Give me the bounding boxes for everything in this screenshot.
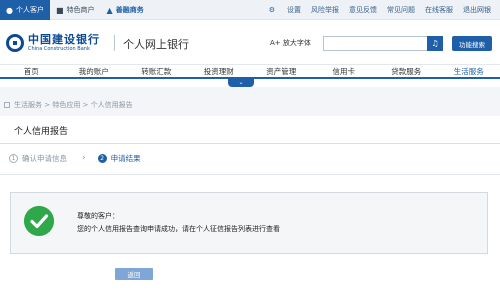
tab-label: 个人客户 xyxy=(15,6,44,14)
cart-icon: ▲ xyxy=(106,5,113,15)
message-greeting: 尊敬的客户： xyxy=(77,212,119,220)
header-divider xyxy=(114,35,115,51)
ccb-logo-icon xyxy=(6,34,24,52)
enlarge-font-button[interactable]: A+ 放大字体 xyxy=(270,38,311,48)
logo-name-en: China Construction Bank xyxy=(28,46,90,52)
main-nav: 首页 我的账户 转账汇款 投资理财 资产管理 信用卡 贷款服务 生活服务 xyxy=(0,64,500,79)
risk-report-link[interactable]: 风险举报 xyxy=(306,5,344,15)
gear-icon: ⚙ xyxy=(268,6,275,14)
breadcrumb-separator-icon: > xyxy=(80,101,91,109)
enlarge-font-label: 放大字体 xyxy=(282,39,311,47)
breadcrumb-featured-apps[interactable]: 特色应用 xyxy=(52,100,80,110)
tab-label: 特色商户 xyxy=(66,6,95,14)
nav-my-account[interactable]: 我的账户 xyxy=(63,65,126,77)
step-number: 1 xyxy=(9,153,18,163)
step-confirm-info: 1 确认申请信息 xyxy=(9,153,67,164)
message-body: 您的个人信用报告查询申请成功，请在个人征信报告列表进行查看 xyxy=(77,225,280,233)
home-icon[interactable] xyxy=(4,102,10,108)
search-input[interactable] xyxy=(323,36,443,51)
font-size-icon: A+ xyxy=(270,39,281,47)
tab-shanrong-commerce[interactable]: ▲ 善融商务 xyxy=(101,0,150,20)
tab-merchant[interactable]: ■ 特色商户 xyxy=(50,0,101,20)
utility-links: ⚙ 设置 风险举报 意见反馈 常见问题 在线客服 退出网银 xyxy=(264,0,496,20)
step-label: 申请结果 xyxy=(110,153,141,163)
step-number: 2 xyxy=(97,153,107,163)
nav-transfer[interactable]: 转账汇款 xyxy=(125,65,188,77)
nav-expand-tab[interactable]: ⌄ xyxy=(228,79,254,87)
top-utility-bar: ● 个人客户 ■ 特色商户 ▲ 善融商务 ⚙ 设置 风险举报 意见反馈 常见问题… xyxy=(0,0,500,20)
voice-search-icon[interactable]: ♫ xyxy=(427,36,443,51)
nav-asset-management[interactable]: 资产管理 xyxy=(250,65,313,77)
steps-divider xyxy=(0,174,500,175)
breadcrumb: 生活服务 > 特色应用 > 个人信用报告 xyxy=(4,100,133,110)
faq-link[interactable]: 常见问题 xyxy=(382,5,420,15)
nav-credit-card[interactable]: 信用卡 xyxy=(313,65,376,77)
nav-investment[interactable]: 投资理财 xyxy=(188,65,251,77)
merchant-icon: ■ xyxy=(55,5,64,15)
breadcrumb-credit-report: 个人信用报告 xyxy=(90,101,133,109)
site-header: 中国建设银行 China Construction Bank 个人网上银行 A+… xyxy=(0,20,500,64)
person-icon: ● xyxy=(6,5,13,15)
page-title: 个人信用报告 xyxy=(14,127,69,137)
chevron-right-icon: › xyxy=(82,153,86,163)
feedback-link[interactable]: 意见反馈 xyxy=(344,5,382,15)
nav-life-services[interactable]: 生活服务 xyxy=(438,65,500,77)
chevron-down-icon: ⌄ xyxy=(238,79,244,86)
breadcrumb-separator-icon: > xyxy=(42,101,53,109)
step-result: 2 申请结果 xyxy=(97,153,141,164)
tab-label: 善融商务 xyxy=(115,6,144,14)
tab-personal-customer[interactable]: ● 个人客户 xyxy=(0,0,50,20)
function-search-button[interactable]: 功能搜索 xyxy=(452,36,492,51)
settings-link[interactable]: 设置 xyxy=(282,5,306,15)
step-label: 确认申请信息 xyxy=(22,153,67,163)
nav-loans[interactable]: 贷款服务 xyxy=(375,65,438,77)
nav-home[interactable]: 首页 xyxy=(0,65,63,77)
back-button[interactable]: 返回 xyxy=(115,268,153,280)
logo-name-cn: 中国建设银行 xyxy=(28,33,100,46)
breadcrumb-life-services[interactable]: 生活服务 xyxy=(14,100,42,110)
site-title: 个人网上银行 xyxy=(123,38,189,51)
online-service-link[interactable]: 在线客服 xyxy=(420,5,458,15)
bank-logo[interactable]: 中国建设银行 China Construction Bank xyxy=(6,31,100,55)
title-divider xyxy=(0,143,500,144)
result-message-box xyxy=(10,192,488,254)
logout-link[interactable]: 退出网银 xyxy=(458,5,496,15)
progress-steps: 1 确认申请信息 › 2 申请结果 xyxy=(9,152,141,164)
success-check-icon xyxy=(24,206,54,236)
customer-segment-tabs: ● 个人客户 ■ 特色商户 ▲ 善融商务 xyxy=(0,0,150,20)
